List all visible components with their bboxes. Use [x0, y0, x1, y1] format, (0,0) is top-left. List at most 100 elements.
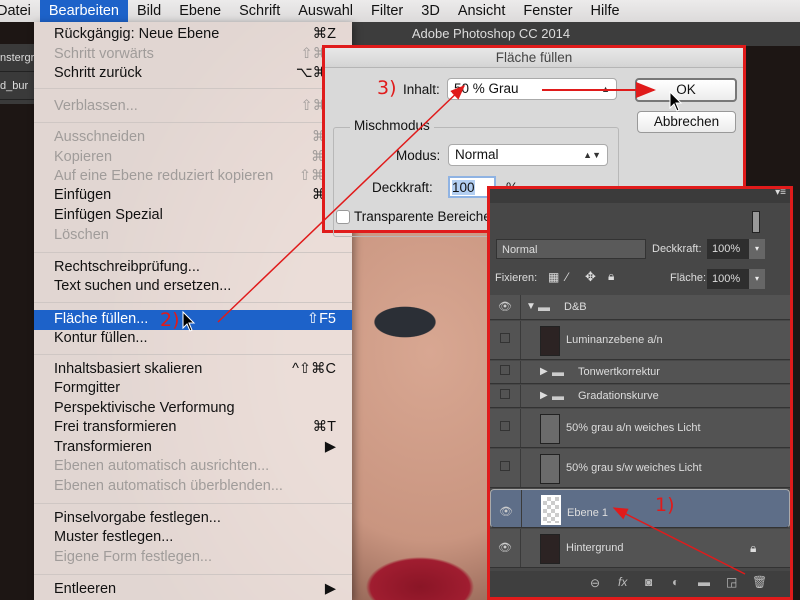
collapsed-caret-icon[interactable]: ▶ [540, 390, 548, 401]
eye-icon[interactable]: 👁︎ [498, 541, 512, 554]
panel-menu-icon[interactable]: ▾≡ [775, 187, 786, 198]
menu-item-label: Ebenen automatisch ausrichten... [54, 458, 270, 475]
lock-label: Fixieren: [495, 272, 538, 284]
doc-tab[interactable]: nstergr [0, 44, 34, 72]
menu-item[interactable]: Pinselvorgabe festlegen... [34, 509, 352, 529]
menu-separator [34, 252, 352, 253]
modus-value: Normal [455, 147, 499, 162]
shortcut: ⌘T [312, 419, 336, 436]
expanded-caret-icon[interactable]: ▼ [526, 301, 536, 312]
menu-item: Auf eine Ebene reduziert kopieren ⇧⌘C [34, 167, 352, 187]
menu-item[interactable]: Fläche füllen... ⇧F5 [34, 310, 352, 330]
menu-separator [34, 503, 352, 504]
menu-auswahl[interactable]: Auswahl [289, 0, 362, 22]
layer-row[interactable]: 50% grau a/n weiches Licht [490, 409, 790, 448]
divider [520, 321, 521, 359]
menu-hilfe[interactable]: Hilfe [582, 0, 629, 22]
shortcut: ▶ [324, 581, 336, 598]
menu-item[interactable]: Frei transformieren ⌘T [34, 418, 352, 438]
lock-transparency-icon[interactable]: ▦ [548, 270, 559, 284]
menu-item-label: Transformieren [54, 439, 152, 456]
select-arrows-icon: ▲▼ [583, 150, 601, 160]
eye-icon[interactable]: 👁︎ [498, 300, 512, 313]
visibility-toggle[interactable] [498, 364, 512, 378]
menu-item-label: Einfügen [54, 187, 112, 204]
menu-datei[interactable]: Datei [0, 0, 40, 22]
fill-field[interactable]: 100% [707, 269, 749, 289]
annotation-1: 1) [655, 494, 675, 516]
menu-bearbeiten[interactable]: Bearbeiten [39, 0, 128, 22]
menu-item[interactable]: Rechtschreibprüfung... [34, 258, 352, 278]
fill-dropdown[interactable]: ▾ [749, 269, 765, 289]
layer-row[interactable]: ▶ ▬ Tonwertkorrektur [490, 361, 790, 384]
menu-ebene[interactable]: Ebene [170, 0, 230, 22]
visibility-toggle[interactable] [498, 388, 512, 402]
ok-button[interactable]: OK [635, 78, 737, 102]
lock-brush-icon[interactable]: ⁄ [566, 270, 568, 284]
menu-item[interactable]: Rückgängig: Neue Ebene ⌘Z [34, 25, 352, 45]
adjustment-icon[interactable]: ◐ [672, 575, 679, 589]
menu-item[interactable]: Text suchen und ersetzen... [34, 277, 352, 297]
visibility-toggle[interactable] [498, 420, 512, 434]
preserve-checkbox[interactable] [336, 210, 350, 224]
scroll-thumb[interactable] [752, 211, 760, 233]
menu-item[interactable]: Transformieren ▶ [34, 438, 352, 458]
opacity-field[interactable]: 100% [707, 239, 749, 259]
mask-icon[interactable]: ◙ [645, 575, 652, 589]
menu-ansicht[interactable]: Ansicht [449, 0, 515, 22]
layer-row[interactable]: 👁︎ Hintergrund 🔒︎ [490, 529, 790, 568]
blend-mode-select[interactable]: Normal [496, 239, 646, 259]
menu-item[interactable]: Einfügen⌘V [34, 186, 352, 206]
folder-icon: ▬ [552, 364, 564, 379]
menu-item[interactable]: Entleeren ▶ [34, 580, 352, 600]
lock-move-icon[interactable]: ✥ [585, 269, 596, 285]
layer-row[interactable]: 50% grau s/w weiches Licht [490, 449, 790, 488]
menu-item[interactable]: Perspektivische Verformung [34, 399, 352, 419]
menu-item[interactable]: Inhaltsbasiert skalieren ^⇧⌘C [34, 360, 352, 380]
new-group-icon[interactable]: ▬ [698, 575, 710, 589]
doc-tab[interactable]: d_bur [0, 72, 34, 100]
document-tabs: nstergr d_bur [0, 44, 34, 104]
opacity-label: Deckkraft: [652, 243, 702, 255]
collapsed-caret-icon[interactable]: ▶ [540, 366, 548, 377]
layer-row[interactable]: Luminanzebene a/n [490, 321, 790, 360]
menu-item-label: Rückgängig: Neue Ebene [54, 26, 220, 43]
trash-icon[interactable]: 🗑︎ [752, 575, 767, 589]
menu-filter[interactable]: Filter [362, 0, 412, 22]
visibility-toggle[interactable] [498, 460, 512, 474]
layer-name: Luminanzebene a/n [566, 333, 663, 346]
layer-row[interactable]: 👁︎ Ebene 1 [490, 489, 790, 528]
modus-select[interactable]: Normal ▲▼ [448, 144, 608, 166]
visibility-toggle[interactable] [498, 332, 512, 346]
opacity-dropdown[interactable]: ▾ [749, 239, 765, 259]
layer-name: 50% grau s/w weiches Licht [566, 461, 702, 474]
layer-thumbnail [540, 453, 560, 484]
menu-fenster[interactable]: Fenster [514, 0, 581, 22]
shortcut: ⇧F5 [306, 311, 336, 328]
link-icon[interactable]: ⊖ [590, 576, 600, 590]
fx-icon[interactable]: fx [618, 575, 627, 589]
divider [520, 361, 521, 383]
modus-label: Modus: [396, 148, 441, 163]
menu-bar: Datei Bearbeiten Bild Ebene Schrift Auswahl Fi… [0, 0, 800, 22]
menu-item: Ausschneiden⌘X [34, 128, 352, 148]
layer-name: D&B [564, 300, 587, 313]
menu-item[interactable]: Kontur füllen... [34, 329, 352, 349]
menu-item[interactable]: Muster festlegen... [34, 528, 352, 548]
edit-menu: Rückgängig: Neue Ebene ⌘Z Schritt vorwärts… [34, 22, 352, 600]
layer-row[interactable]: 👁︎ ▼ ▬ D&B [490, 295, 790, 320]
menu-schrift[interactable]: Schrift [230, 0, 289, 22]
menu-bild[interactable]: Bild [128, 0, 170, 22]
inhalt-select[interactable]: 50 % Grau ▲ [447, 78, 617, 100]
menu-3d[interactable]: 3D [412, 0, 449, 22]
menu-item[interactable]: Schritt zurück ⌥⌘Z [34, 64, 352, 84]
cancel-button[interactable]: Abbrechen [637, 111, 736, 133]
eye-icon[interactable]: 👁︎ [499, 502, 513, 522]
lock-all-icon[interactable]: 🔒︎ [608, 269, 614, 284]
menu-item-label: Verblassen... [54, 98, 138, 115]
layer-row[interactable]: ▶ ▬ Gradationskurve [490, 385, 790, 408]
menu-item[interactable]: Einfügen Spezial [34, 206, 352, 226]
menu-item[interactable]: Formgitter [34, 379, 352, 399]
menu-item-label: Fläche füllen... [54, 311, 149, 328]
new-layer-icon[interactable]: ◲ [726, 575, 737, 589]
